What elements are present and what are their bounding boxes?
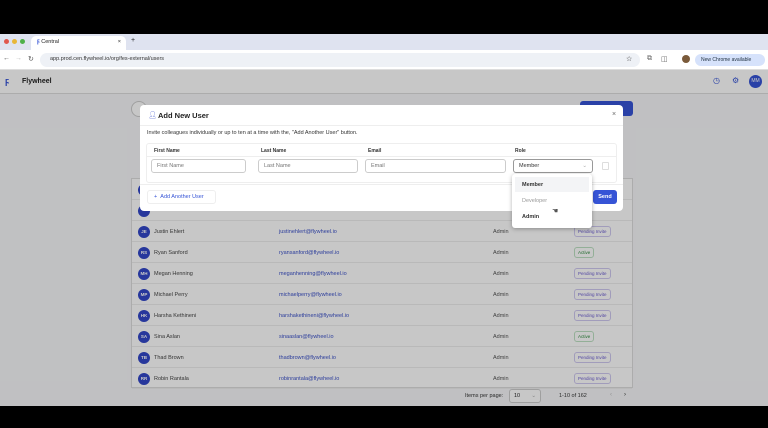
modal-description: Invite colleagues individually or up to … [147,130,358,136]
puzzle-icon[interactable]: ◫ [661,55,668,63]
role-select[interactable]: Member ⌄ [513,159,593,173]
chevron-down-icon: ⌄ [582,163,587,169]
browser-tab[interactable]: ϝ Central × [31,36,126,50]
tab-title: Central [41,39,59,45]
email-header: Email [368,148,382,154]
flywheel-favicon-icon: ϝ [37,39,40,45]
first-name-input[interactable] [151,159,246,173]
user-icon: 👤︎ [148,112,157,119]
reload-icon[interactable]: ↻ [28,55,34,63]
letterbox-bottom [0,406,768,428]
new-tab-icon[interactable]: + [131,37,135,44]
email-input[interactable] [365,159,506,173]
divider [147,156,616,157]
role-dropdown-menu: Member Developer Admin ☚ [512,174,592,228]
role-header: Role [515,148,526,154]
last-name-header: Last Name [261,148,287,154]
url-text: app.prod.cen.flywheel.io/org/fes-externa… [50,56,165,62]
role-option-member[interactable]: Member [515,177,589,192]
maximize-window-dot[interactable] [20,39,25,44]
extension-icon[interactable]: ⧉ [647,55,652,63]
hand-cursor-icon: ☚ [552,208,559,215]
divider [140,125,623,126]
role-select-value: Member [519,163,540,169]
add-another-user-button[interactable]: + Add Another User [147,190,216,204]
add-another-user-label: Add Another User [160,194,204,200]
delete-row-icon[interactable] [602,162,609,170]
close-window-dot[interactable] [4,39,9,44]
new-chrome-available-button[interactable]: New Chrome available [695,54,765,66]
profile-avatar[interactable] [682,55,690,63]
url-field[interactable]: app.prod.cen.flywheel.io/org/fes-externa… [40,53,640,67]
bookmark-star-icon[interactable]: ☆ [626,55,632,63]
new-chrome-label: New Chrome available [701,57,752,63]
last-name-input[interactable] [258,159,358,173]
minimize-window-dot[interactable] [12,39,17,44]
modal-title: Add New User [158,111,209,120]
plus-icon: + [154,194,158,200]
back-icon[interactable]: ← [3,55,10,62]
close-tab-icon[interactable]: × [118,39,121,45]
forward-icon[interactable]: → [15,55,22,62]
first-name-header: First Name [154,148,180,154]
send-button[interactable]: Send [593,190,617,204]
role-option-developer[interactable]: Developer [515,193,589,208]
close-icon[interactable]: × [612,111,616,118]
